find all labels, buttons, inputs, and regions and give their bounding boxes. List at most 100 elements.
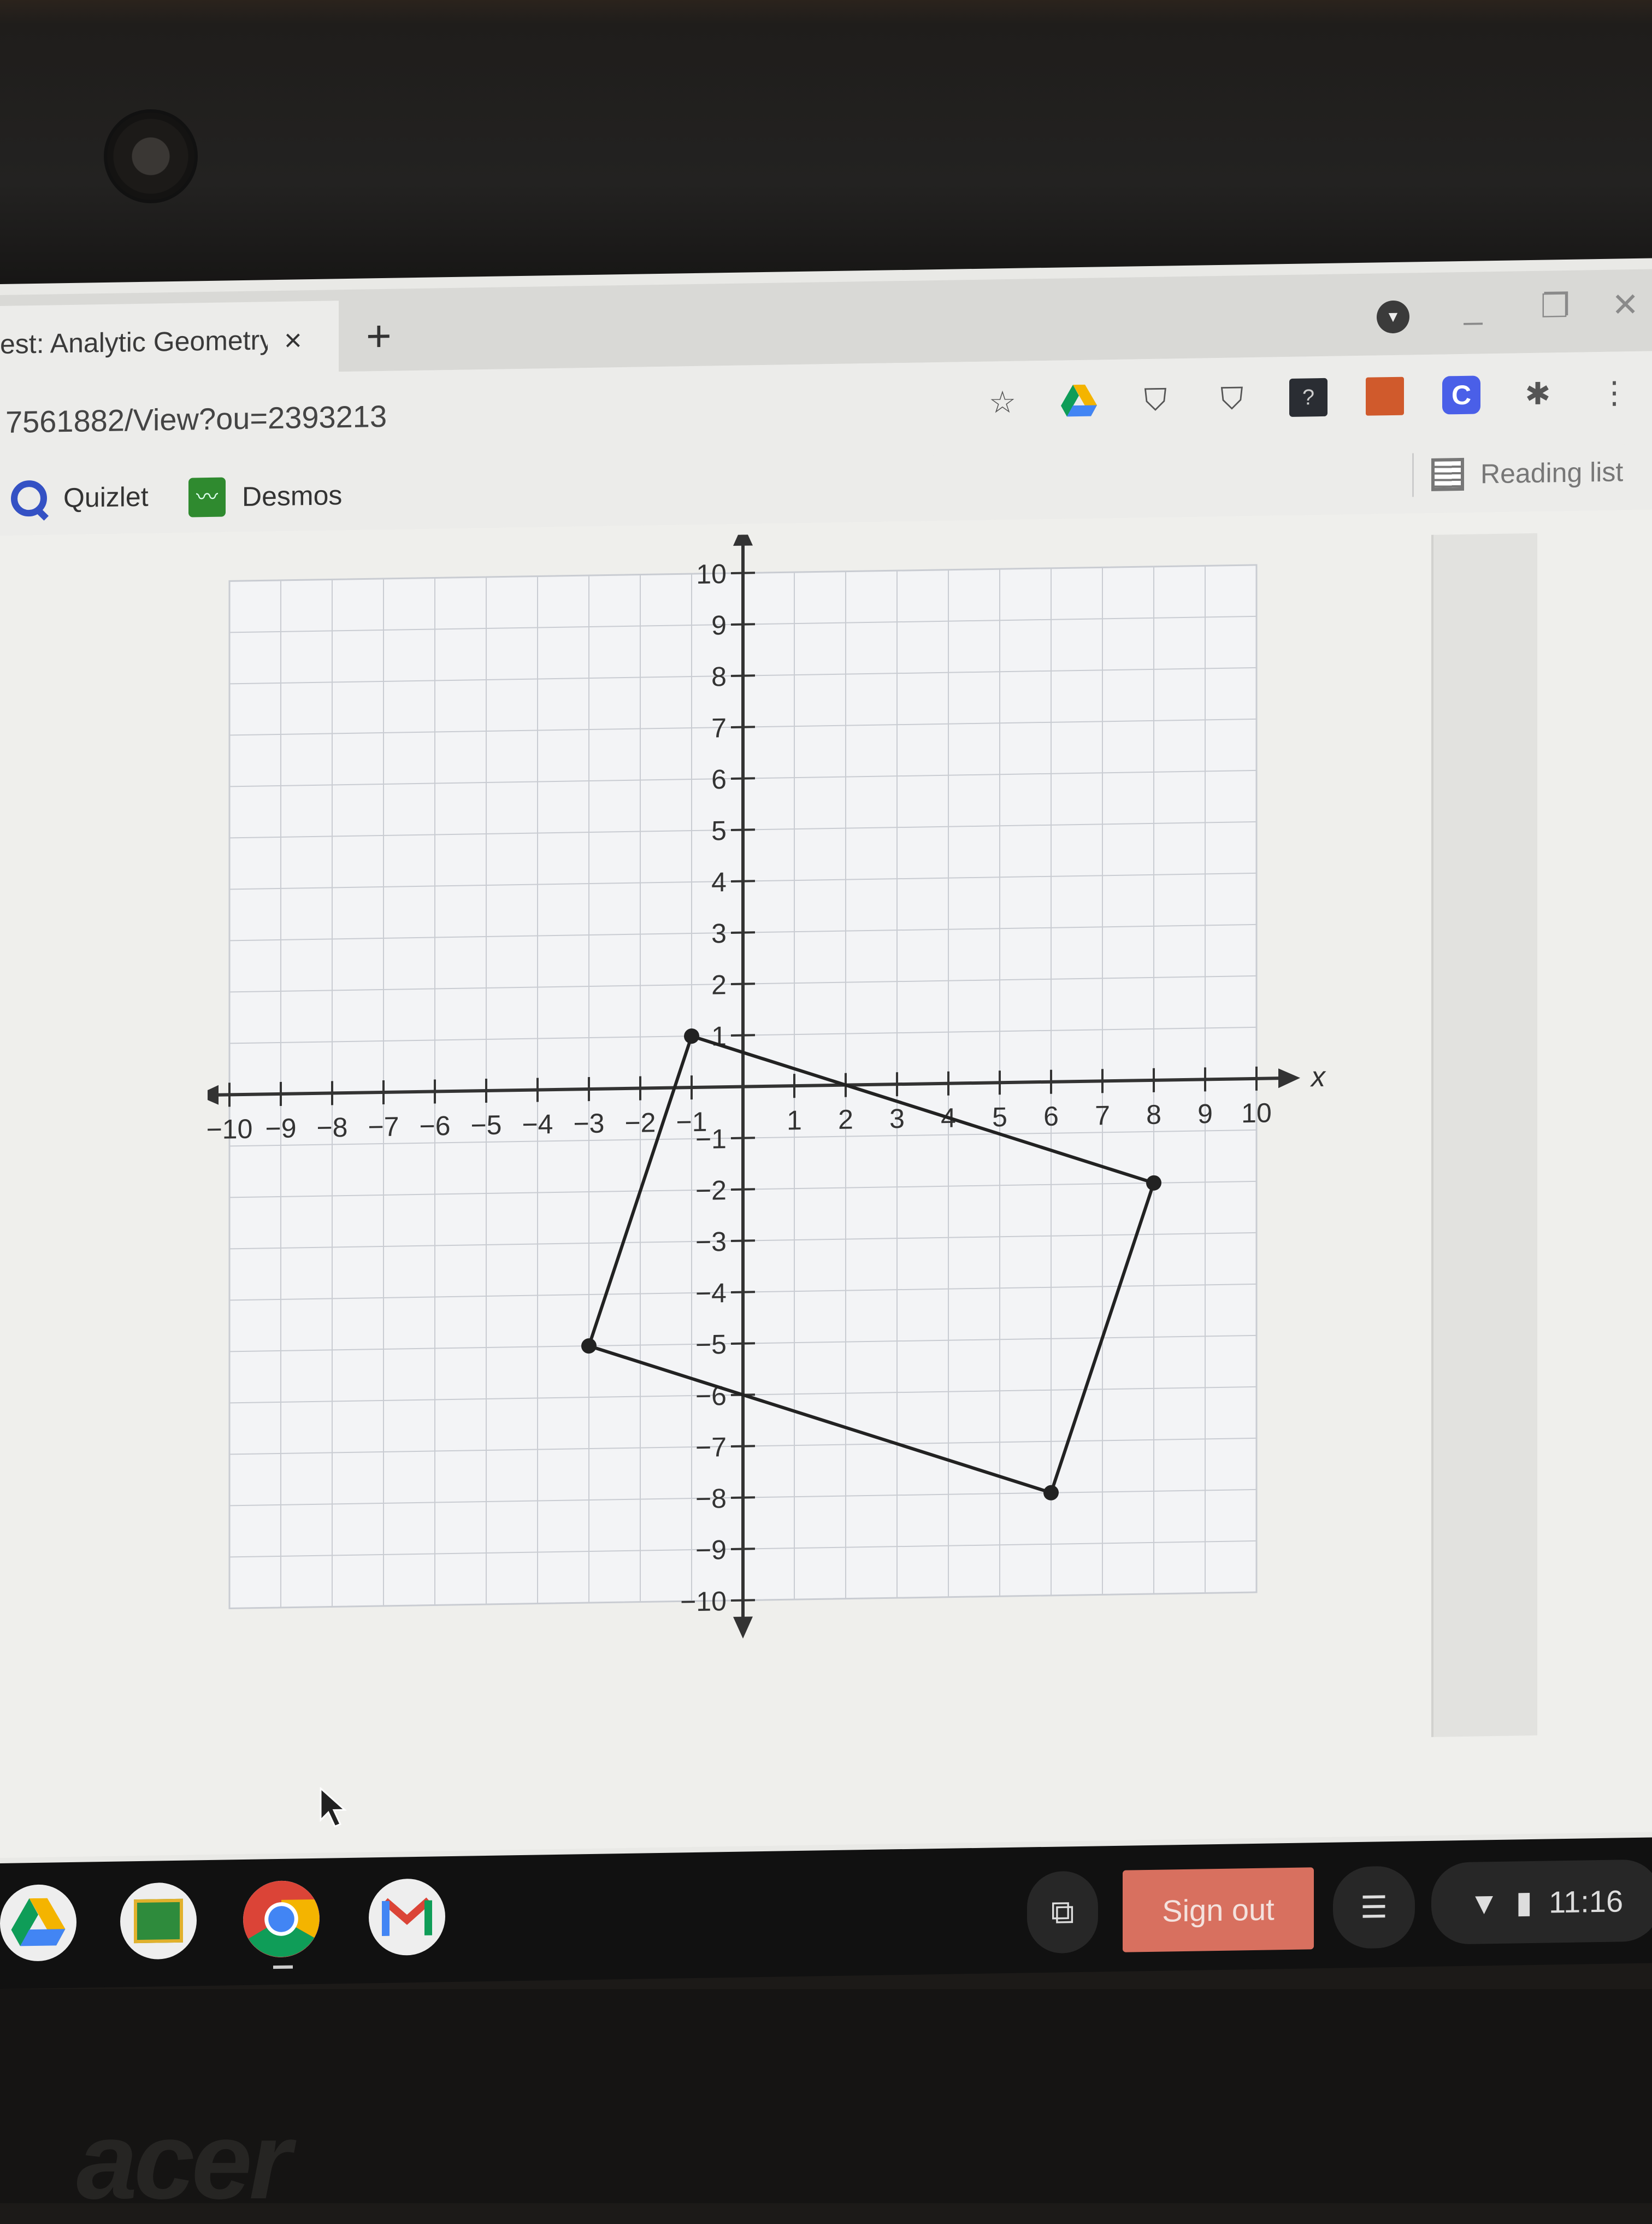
- y-tick: [731, 828, 755, 831]
- restore-button[interactable]: ❐: [1541, 287, 1570, 326]
- y-axis-arrow-down: [733, 1616, 753, 1639]
- x-axis-arrow-left: [197, 1085, 219, 1105]
- y-tick: [731, 1599, 755, 1602]
- x-axis-label: x: [1309, 1061, 1326, 1093]
- bookmark-star-icon[interactable]: ☆: [983, 383, 1022, 422]
- close-window-button[interactable]: ✕: [1612, 286, 1639, 325]
- y-tick-label: −7: [695, 1432, 727, 1463]
- y-tick-label: 7: [711, 713, 727, 743]
- webcam: [104, 109, 198, 203]
- status-tray[interactable]: ▼ ▮ 11:16: [1431, 1859, 1652, 1945]
- media-queue-icon: ☰: [1360, 1890, 1388, 1925]
- x-tick-label: −3: [573, 1108, 604, 1139]
- laptop-bezel-top: [0, 0, 1652, 306]
- browser-tab-active[interactable]: est: Analytic Geometry ×: [0, 301, 339, 383]
- clock: 11:16: [1549, 1883, 1624, 1919]
- y-tick: [731, 674, 755, 677]
- active-app-indicator: [273, 1965, 293, 1969]
- x-tick-label: 3: [889, 1103, 905, 1134]
- quizlet-icon: [11, 480, 47, 517]
- x-tick-label: 9: [1197, 1098, 1213, 1129]
- graph-svg: xy−10−9−8−7−6−5−4−3−2−112345678910109876…: [197, 487, 1326, 1639]
- profile-dropdown-icon[interactable]: ▼: [1377, 300, 1409, 334]
- coordinate-graph: xy−10−9−8−7−6−5−4−3−2−112345678910109876…: [197, 487, 1399, 1721]
- y-tick: [731, 1496, 755, 1499]
- tab-title: est: Analytic Geometry: [0, 325, 268, 360]
- google-drive-icon[interactable]: [1060, 381, 1098, 420]
- y-tick-label: 4: [711, 867, 727, 897]
- screen: est: Analytic Geometry × + ▼ _ ❐ ✕ 75618…: [0, 258, 1652, 1880]
- x-axis-arrow-right: [1278, 1068, 1300, 1089]
- battery-icon: ▮: [1515, 1884, 1533, 1920]
- mouse-cursor-icon: [320, 1786, 347, 1828]
- y-tick-label: −9: [695, 1534, 727, 1566]
- y-tick-label: 2: [711, 969, 727, 1000]
- extension-toolbar: ☆ ⛉ ⛉ ? C ✱ ⋮: [983, 373, 1633, 422]
- media-controls-button[interactable]: ☰: [1333, 1866, 1415, 1949]
- x-tick-label: −2: [624, 1107, 656, 1138]
- orange-book-extension-icon[interactable]: [1366, 376, 1404, 416]
- bookmarks-divider: [1412, 453, 1414, 497]
- y-tick-label: −8: [695, 1483, 727, 1514]
- y-tick: [731, 1188, 755, 1191]
- y-tick: [731, 777, 755, 780]
- x-tick-label: 10: [1241, 1097, 1272, 1128]
- y-tick-label: −3: [695, 1226, 727, 1257]
- shield-extension-icon[interactable]: ⛉: [1136, 380, 1175, 419]
- shield-extension-2-icon[interactable]: ⛉: [1213, 379, 1251, 418]
- y-axis-arrow-up: [733, 523, 753, 546]
- new-tab-button[interactable]: +: [366, 311, 392, 362]
- x-tick-label: 6: [1043, 1101, 1059, 1132]
- y-tick-label: 5: [711, 815, 727, 846]
- y-tick-label: 8: [711, 661, 727, 692]
- bookmark-label: Desmos: [242, 480, 343, 513]
- x-tick-label: 8: [1146, 1099, 1161, 1130]
- x-tick-label: −9: [265, 1113, 296, 1144]
- sign-out-button[interactable]: Sign out: [1123, 1867, 1314, 1952]
- dark-extension-icon[interactable]: ?: [1289, 378, 1328, 417]
- x-tick-label: −10: [208, 1114, 252, 1145]
- y-tick-label: 10: [696, 558, 727, 590]
- bookmark-quizlet[interactable]: Quizlet: [11, 479, 149, 517]
- menu-kebab-icon[interactable]: ⋮: [1595, 373, 1633, 412]
- chrome-app-icon[interactable]: [243, 1880, 320, 1958]
- gmail-app-icon[interactable]: [369, 1878, 445, 1956]
- url-field[interactable]: 7561882/View?ou=2393213: [5, 398, 387, 440]
- x-tick-label: −8: [316, 1112, 347, 1143]
- brand-logo: acer: [76, 2100, 292, 2222]
- wifi-icon: ▼: [1468, 1885, 1500, 1921]
- google-drive-app-icon[interactable]: [0, 1884, 76, 1962]
- reading-list-button[interactable]: Reading list: [1431, 455, 1623, 491]
- screen-capture-icon: ⧉: [1051, 1893, 1075, 1931]
- y-tick-label: −2: [695, 1175, 727, 1206]
- y-tick: [731, 931, 755, 934]
- x-tick-label: 7: [1095, 1100, 1110, 1131]
- x-tick-label: 2: [838, 1104, 853, 1134]
- x-tick-label: 1: [787, 1105, 802, 1135]
- reading-list-label: Reading list: [1480, 456, 1624, 490]
- x-tick-label: −5: [470, 1110, 502, 1141]
- bookmark-desmos[interactable]: 〰 Desmos: [188, 475, 342, 517]
- page-content: xy−10−9−8−7−6−5−4−3−2−112345678910109876…: [0, 487, 1652, 1858]
- y-tick-label: 6: [711, 764, 727, 795]
- x-tick-label: −7: [368, 1111, 399, 1143]
- x-tick-label: −4: [522, 1109, 553, 1140]
- desmos-icon: 〰: [188, 477, 226, 517]
- puzzle-extensions-icon[interactable]: ✱: [1519, 374, 1557, 413]
- side-panel: [1431, 533, 1537, 1737]
- c-extension-icon[interactable]: C: [1442, 375, 1480, 415]
- x-tick-label: 5: [992, 1102, 1007, 1132]
- y-tick: [731, 623, 755, 626]
- y-tick-label: −4: [695, 1278, 727, 1309]
- y-tick-label: −10: [680, 1586, 727, 1617]
- screen-capture-button[interactable]: ⧉: [1027, 1870, 1098, 1954]
- x-tick-label: −6: [419, 1110, 450, 1142]
- chromeos-shelf: ⧉ Sign out ☰ ▼ ▮ 11:16: [0, 1837, 1652, 1989]
- reading-list-icon: [1431, 457, 1464, 491]
- y-tick-label: 3: [711, 918, 727, 949]
- minimize-button[interactable]: _: [1464, 288, 1482, 326]
- y-tick: [731, 1342, 755, 1345]
- tab-close-icon[interactable]: ×: [284, 322, 302, 358]
- google-classroom-app-icon[interactable]: [120, 1882, 197, 1960]
- y-tick-label: 9: [711, 610, 727, 640]
